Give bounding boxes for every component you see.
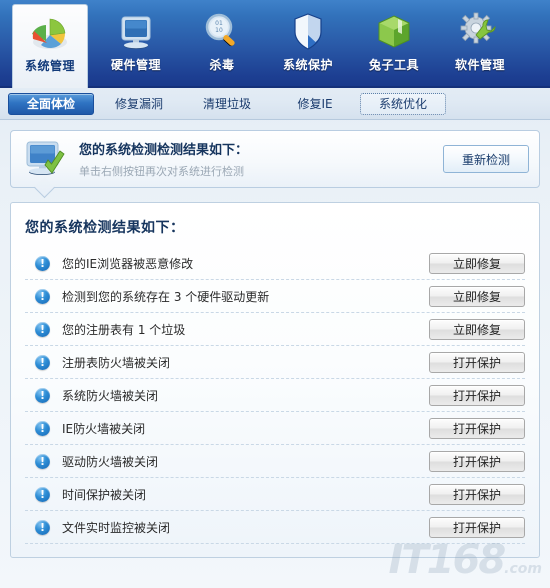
tab-system-optimize[interactable]: 系统优化 (360, 92, 446, 115)
rescan-button[interactable]: 重新检测 (443, 145, 529, 173)
warning-icon (35, 255, 50, 271)
nav-label: 兔子工具 (368, 58, 419, 72)
svg-text:10: 10 (215, 27, 223, 34)
watermark-suffix: .com (504, 561, 542, 577)
results-wrapper: 您的系统检测结果如下： 您的IE浏览器被恶意修改 立即修复 检测到您的系统存在 … (0, 188, 550, 558)
fix-now-button[interactable]: 立即修复 (429, 285, 525, 307)
nav-label: 硬件管理 (110, 58, 161, 72)
table-row: 文件实时监控被关闭 打开保护 (25, 511, 525, 544)
table-row: 驱动防火墙被关闭 打开保护 (25, 445, 525, 478)
warning-icon (35, 354, 50, 370)
enable-protection-button[interactable]: 打开保护 (429, 417, 525, 439)
table-row: 时间保护被关闭 打开保护 (25, 478, 525, 511)
tab-strip: 全面体检 修复漏洞 清理垃圾 修复IE 系统优化 (0, 88, 550, 120)
table-row: 检测到您的系统存在 3 个硬件驱动更新 立即修复 (25, 280, 525, 313)
scan-status-panel: 您的系统检测检测结果如下： 单击右侧按钮再次对系统进行检测 重新检测 (10, 130, 540, 188)
tab-clean-junk[interactable]: 清理垃圾 (184, 93, 270, 115)
result-text: 您的注册表有 1 个垃圾 (62, 322, 186, 337)
gear-wrench-icon (457, 10, 503, 54)
warning-icon (35, 288, 50, 304)
nav-item-antivirus[interactable]: 01 10 杀毒 (184, 4, 260, 86)
svg-text:01: 01 (215, 20, 223, 27)
shield-icon (285, 10, 331, 54)
result-text: 时间保护被关闭 (62, 487, 147, 502)
green-box-icon (371, 10, 417, 54)
monitor-icon (113, 10, 159, 54)
result-text: IE防火墙被关闭 (62, 421, 146, 436)
table-row: 您的IE浏览器被恶意修改 立即修复 (25, 247, 525, 280)
warning-icon (35, 519, 50, 535)
enable-protection-button[interactable]: 打开保护 (429, 384, 525, 406)
main-navigation-bar: 系统管理 硬件管理 01 10 杀毒 系统保护 兔子工具 软件管理 (0, 0, 550, 90)
nav-item-system-protection[interactable]: 系统保护 (270, 4, 346, 86)
pie-chart-icon (27, 11, 73, 55)
nav-item-hardware-management[interactable]: 硬件管理 (98, 4, 174, 86)
fix-now-button[interactable]: 立即修复 (429, 318, 525, 340)
table-row: IE防火墙被关闭 打开保护 (25, 412, 525, 445)
table-row: 系统防火墙被关闭 打开保护 (25, 379, 525, 412)
table-row: 您的注册表有 1 个垃圾 立即修复 (25, 313, 525, 346)
nav-label: 系统保护 (282, 58, 333, 72)
warning-icon (35, 486, 50, 502)
result-text: 您的IE浏览器被恶意修改 (62, 256, 194, 271)
result-text: 检测到您的系统存在 3 个硬件驱动更新 (62, 289, 270, 304)
enable-protection-button[interactable]: 打开保护 (429, 450, 525, 472)
warning-icon (35, 387, 50, 403)
tab-fix-vulnerabilities[interactable]: 修复漏洞 (96, 93, 182, 115)
result-text: 注册表防火墙被关闭 (62, 355, 171, 370)
results-title: 您的系统检测结果如下： (25, 220, 185, 236)
tab-repair-ie[interactable]: 修复IE (272, 93, 358, 115)
nav-item-system-management[interactable]: 系统管理 (12, 4, 88, 90)
nav-item-rabbit-tools[interactable]: 兔子工具 (356, 4, 432, 86)
scan-result-title: 您的系统检测检测结果如下： (79, 143, 249, 158)
fix-now-button[interactable]: 立即修复 (429, 252, 525, 274)
nav-item-software-management[interactable]: 软件管理 (442, 4, 518, 86)
application-window: 系统管理 硬件管理 01 10 杀毒 系统保护 兔子工具 软件管理 全面体检 修… (0, 0, 550, 588)
enable-protection-button[interactable]: 打开保护 (429, 351, 525, 373)
scan-result-subtitle: 单击右侧按钮再次对系统进行检测 (79, 165, 244, 178)
table-row: 注册表防火墙被关闭 打开保护 (25, 346, 525, 379)
nav-label: 软件管理 (454, 58, 505, 72)
nav-label: 杀毒 (209, 58, 235, 72)
result-text: 驱动防火墙被关闭 (62, 454, 159, 469)
tab-full-checkup[interactable]: 全面体检 (8, 92, 94, 115)
nav-label: 系统管理 (24, 59, 75, 73)
info-panel-wrapper: 您的系统检测检测结果如下： 单击右侧按钮再次对系统进行检测 重新检测 (0, 120, 550, 188)
monitor-check-icon (23, 138, 69, 180)
result-text: 系统防火墙被关闭 (62, 388, 159, 403)
magnifier-icon: 01 10 (199, 10, 245, 54)
result-text: 文件实时监控被关闭 (62, 520, 171, 535)
enable-protection-button[interactable]: 打开保护 (429, 516, 525, 538)
enable-protection-button[interactable]: 打开保护 (429, 483, 525, 505)
warning-icon (35, 321, 50, 337)
info-text-group: 您的系统检测检测结果如下： 单击右侧按钮再次对系统进行检测 (79, 139, 443, 179)
warning-icon (35, 420, 50, 436)
warning-icon (35, 453, 50, 469)
results-panel: 您的系统检测结果如下： 您的IE浏览器被恶意修改 立即修复 检测到您的系统存在 … (10, 202, 540, 558)
